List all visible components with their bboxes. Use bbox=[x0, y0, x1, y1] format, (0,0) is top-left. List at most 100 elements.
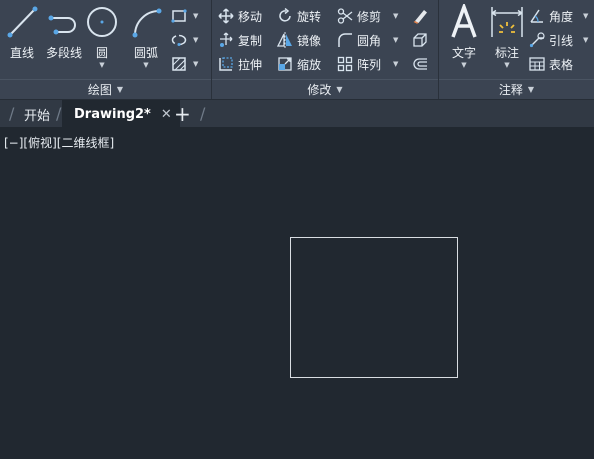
hatch-dropdown-icon[interactable]: ▼ bbox=[193, 60, 198, 68]
array-icon bbox=[337, 56, 353, 72]
circle-label: 圆 bbox=[95, 46, 108, 60]
erase-button[interactable] bbox=[412, 7, 428, 25]
polyline-icon bbox=[48, 15, 76, 35]
explode-button[interactable] bbox=[412, 31, 428, 49]
rotate-button[interactable]: 旋转 bbox=[277, 7, 321, 25]
circle-icon bbox=[87, 7, 117, 37]
close-icon[interactable]: ✕ bbox=[161, 107, 172, 122]
rotate-icon bbox=[277, 8, 293, 24]
angle-label: 角度 bbox=[549, 9, 574, 24]
text-icon bbox=[451, 4, 477, 38]
annotation-panel-footer[interactable]: 注释 ▼ bbox=[439, 79, 594, 99]
ellipse-dropdown-icon[interactable]: ▼ bbox=[193, 36, 198, 44]
arc-label: 圆弧 bbox=[133, 46, 158, 60]
dimension-dropdown-icon[interactable]: ▼ bbox=[485, 61, 529, 69]
draw-panel: 直线 多段线 圆 ▼ 圆弧 ▼ ▼ ▼ ▼ 绘图 ▼ bbox=[0, 0, 211, 99]
stretch-icon bbox=[218, 56, 234, 72]
dimension-icon bbox=[491, 7, 523, 37]
explode-icon bbox=[412, 32, 428, 48]
rectangle-dropdown-icon[interactable]: ▼ bbox=[193, 12, 198, 20]
tab-start-label: 开始 bbox=[24, 108, 51, 124]
trim-label: 修剪 bbox=[357, 9, 382, 24]
arc-icon bbox=[132, 8, 162, 38]
leader-label: 引线 bbox=[549, 33, 574, 48]
rectangle-button[interactable]: ▼ bbox=[171, 7, 198, 25]
draw-panel-expand-icon: ▼ bbox=[116, 85, 124, 94]
copy-icon bbox=[218, 32, 234, 48]
modify-panel: 移动 旋转 修剪 ▼ 复制 镜像 圆角 ▼ 拉伸 缩放 阵列 ▼ 修改 ▼ bbox=[212, 0, 438, 99]
fillet-dropdown-icon[interactable]: ▼ bbox=[393, 36, 398, 44]
table-icon bbox=[529, 56, 545, 72]
annotation-panel-title: 注释 bbox=[498, 83, 523, 97]
hatch-icon bbox=[171, 56, 187, 72]
eraser-icon bbox=[412, 8, 428, 24]
leader-icon bbox=[529, 32, 545, 48]
ellipse-icon bbox=[171, 32, 187, 48]
modify-panel-title: 修改 bbox=[307, 83, 332, 97]
move-label: 移动 bbox=[238, 9, 263, 24]
rectangle-icon bbox=[171, 8, 187, 24]
viewport-controls[interactable]: [−][俯视][二维线框] bbox=[4, 134, 114, 151]
array-button[interactable]: 阵列 ▼ bbox=[337, 55, 398, 73]
angle-dropdown-icon[interactable]: ▼ bbox=[583, 12, 588, 20]
drawn-rectangle[interactable] bbox=[290, 237, 458, 378]
fillet-icon bbox=[337, 32, 353, 48]
stretch-button[interactable]: 拉伸 bbox=[218, 55, 262, 73]
circle-dropdown-icon[interactable]: ▼ bbox=[80, 61, 124, 69]
text-dropdown-icon[interactable]: ▼ bbox=[442, 61, 486, 69]
offset-button[interactable] bbox=[412, 55, 428, 73]
trim-dropdown-icon[interactable]: ▼ bbox=[393, 12, 398, 20]
modify-panel-expand-icon: ▼ bbox=[336, 85, 343, 94]
text-button[interactable]: 文字 ▼ bbox=[442, 4, 486, 74]
offset-icon bbox=[412, 56, 428, 72]
leader-button[interactable]: 引线 ▼ bbox=[529, 31, 588, 49]
circle-button[interactable]: 圆 ▼ bbox=[80, 4, 124, 74]
table-label: 表格 bbox=[549, 57, 574, 72]
annotation-panel-expand-icon: ▼ bbox=[527, 85, 535, 94]
mirror-button[interactable]: 镜像 bbox=[277, 31, 321, 49]
line-label: 直线 bbox=[9, 46, 34, 60]
ribbon: 直线 多段线 圆 ▼ 圆弧 ▼ ▼ ▼ ▼ 绘图 ▼ 移动 旋转 修剪 ▼ 复制… bbox=[0, 0, 594, 99]
fillet-label: 圆角 bbox=[357, 33, 382, 48]
tab-separator: / bbox=[56, 104, 62, 123]
angle-icon bbox=[529, 8, 545, 24]
copy-label: 复制 bbox=[238, 33, 263, 48]
tab-separator: / bbox=[200, 104, 206, 123]
file-tab-bar: / 开始 / Drawing2* ✕ + / bbox=[0, 99, 594, 128]
draw-panel-title: 绘图 bbox=[87, 83, 112, 97]
line-icon bbox=[7, 6, 38, 38]
tab-separator: / bbox=[9, 104, 15, 123]
line-button[interactable]: 直线 bbox=[0, 4, 44, 74]
tab-drawing-label: Drawing2* bbox=[74, 106, 151, 122]
copy-button[interactable]: 复制 bbox=[218, 31, 262, 49]
table-button[interactable]: 表格 bbox=[529, 55, 573, 73]
scale-label: 缩放 bbox=[297, 57, 322, 72]
arc-button[interactable]: 圆弧 ▼ bbox=[124, 4, 168, 74]
stretch-label: 拉伸 bbox=[238, 57, 263, 72]
new-tab-button[interactable]: + bbox=[174, 102, 191, 126]
modify-panel-footer[interactable]: 修改 ▼ bbox=[212, 79, 438, 99]
arc-dropdown-icon[interactable]: ▼ bbox=[124, 61, 168, 69]
hatch-button[interactable]: ▼ bbox=[171, 55, 198, 73]
draw-panel-footer[interactable]: 绘图 ▼ bbox=[0, 79, 211, 99]
tab-drawing[interactable]: Drawing2* ✕ bbox=[62, 100, 180, 128]
scale-button[interactable]: 缩放 bbox=[277, 55, 321, 73]
move-button[interactable]: 移动 bbox=[218, 7, 262, 25]
mirror-icon bbox=[277, 32, 293, 48]
array-label: 阵列 bbox=[357, 57, 382, 72]
mirror-label: 镜像 bbox=[297, 33, 322, 48]
text-label: 文字 bbox=[451, 46, 476, 60]
dimension-label: 标注 bbox=[494, 46, 519, 60]
scissors-icon bbox=[337, 8, 353, 24]
drawing-canvas[interactable]: [−][俯视][二维线框] bbox=[0, 127, 594, 459]
trim-button[interactable]: 修剪 ▼ bbox=[337, 7, 398, 25]
leader-dropdown-icon[interactable]: ▼ bbox=[583, 36, 588, 44]
fillet-button[interactable]: 圆角 ▼ bbox=[337, 31, 398, 49]
ellipse-button[interactable]: ▼ bbox=[171, 31, 198, 49]
dimension-button[interactable]: 标注 ▼ bbox=[485, 4, 529, 74]
rotate-label: 旋转 bbox=[297, 9, 322, 24]
array-dropdown-icon[interactable]: ▼ bbox=[393, 60, 398, 68]
scale-icon bbox=[277, 56, 293, 72]
angle-button[interactable]: 角度 ▼ bbox=[529, 7, 588, 25]
tab-start[interactable]: 开始 bbox=[24, 100, 50, 128]
